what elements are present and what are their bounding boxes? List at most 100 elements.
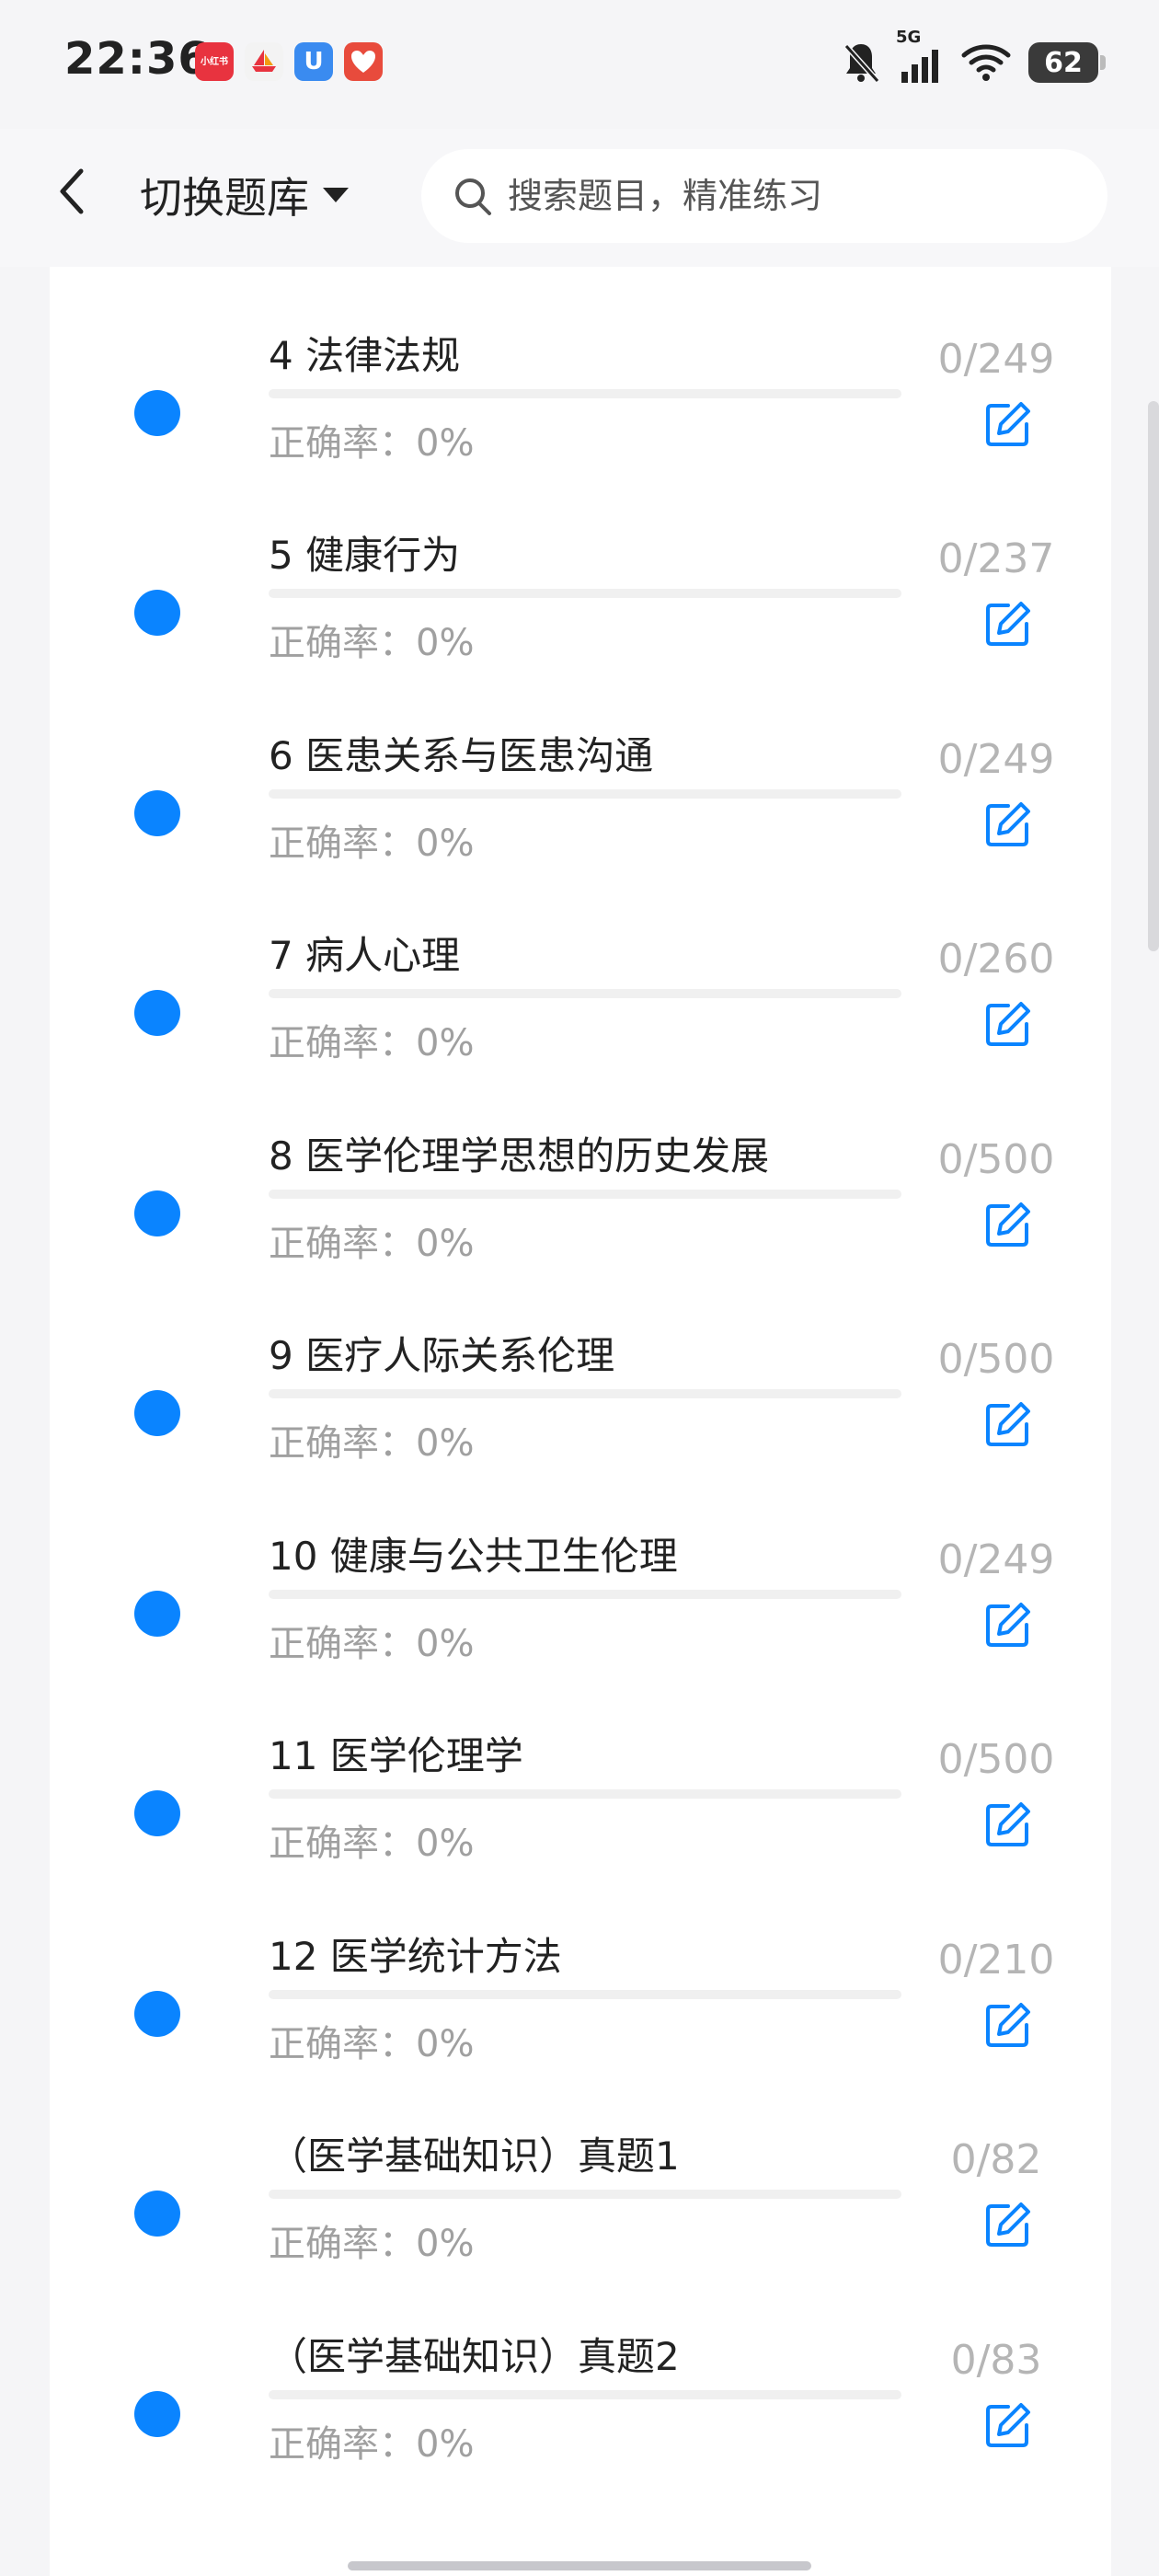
boat-app-icon	[245, 42, 283, 81]
edit-icon	[986, 401, 1030, 446]
search-icon	[455, 178, 491, 215]
chapter-dot-icon	[134, 1590, 180, 1637]
edit-practice-button[interactable]	[981, 1597, 1036, 1652]
battery-indicator: 62	[1028, 42, 1106, 83]
switch-question-bank-label: 切换题库	[140, 173, 309, 223]
edit-practice-button[interactable]	[981, 1397, 1036, 1452]
app-screen: 22:36 小红书 U 5G 62 4 法律法规 正确率：0% 0/249 5 …	[0, 0, 1159, 2576]
chapter-count: 0/82	[950, 2136, 1042, 2183]
chapter-dot-icon	[134, 590, 180, 636]
chapter-dot-icon	[134, 1390, 180, 1436]
chapter-progress-bar	[269, 589, 901, 598]
chapter-row[interactable]: 4 法律法规 正确率：0% 0/249	[50, 297, 1111, 497]
edit-practice-button[interactable]	[981, 2197, 1036, 2252]
switch-question-bank-button[interactable]: 切换题库	[140, 167, 351, 223]
edit-practice-button[interactable]	[981, 596, 1036, 651]
chapter-row[interactable]: 9 医疗人际关系伦理 正确率：0% 0/500	[50, 1297, 1111, 1497]
chapter-count-wrap: 0/249	[863, 736, 1065, 783]
chapter-row[interactable]: （医学基础知识）真题1 正确率：0% 0/82	[50, 2098, 1111, 2297]
chevron-left-icon	[60, 168, 84, 214]
chapter-dot-icon	[134, 789, 180, 836]
chapter-dot-icon	[134, 1990, 180, 2037]
chapter-accuracy: 正确率：0%	[269, 1823, 475, 1865]
chapter-accuracy: 正确率：0%	[269, 622, 475, 664]
u-app-icon: U	[294, 42, 333, 81]
chapter-count-wrap: 0/210	[863, 1937, 1065, 1984]
chapter-dot-icon	[134, 1790, 180, 1836]
chapter-count-wrap: 0/237	[863, 535, 1065, 582]
chapter-count-wrap: 0/82	[863, 2136, 1065, 2183]
chapter-dot-icon	[134, 2390, 180, 2437]
chapter-title: 4 法律法规	[269, 332, 461, 378]
cellular-signal-icon: 5G	[896, 28, 944, 85]
back-button[interactable]	[44, 164, 99, 219]
chapter-progress-bar	[269, 2389, 901, 2399]
chapter-accuracy: 正确率：0%	[269, 2022, 475, 2065]
chapter-progress-bar	[269, 1989, 901, 1999]
chapter-row[interactable]: 7 病人心理 正确率：0% 0/260	[50, 897, 1111, 1097]
chapter-row[interactable]: 11 医学伦理学 正确率：0% 0/500	[50, 1697, 1111, 1897]
chapter-accuracy: 正确率：0%	[269, 1422, 475, 1465]
chapter-count-wrap: 0/500	[863, 1136, 1065, 1183]
edit-practice-button[interactable]	[981, 2398, 1036, 2453]
wifi-icon	[961, 44, 1011, 81]
chapter-title: 7 病人心理	[269, 933, 461, 978]
chapter-progress-bar	[269, 1789, 901, 1799]
chapter-accuracy: 正确率：0%	[269, 1222, 475, 1265]
edit-icon	[986, 1602, 1030, 1647]
battery-cap	[1100, 55, 1106, 70]
home-indicator[interactable]	[348, 2561, 811, 2570]
chapter-title: 5 健康行为	[269, 533, 461, 578]
battery-level: 62	[1044, 46, 1083, 79]
chapter-accuracy: 正确率：0%	[269, 2422, 475, 2466]
edit-practice-button[interactable]	[981, 996, 1036, 1052]
chapter-count: 0/500	[937, 1736, 1055, 1783]
edit-practice-button[interactable]	[981, 397, 1036, 452]
chapter-row[interactable]: （医学基础知识）真题2 正确率：0% 0/83	[50, 2298, 1111, 2498]
chapter-count: 0/249	[937, 1535, 1055, 1583]
chapter-progress-bar	[269, 989, 901, 998]
chapter-count: 0/210	[937, 1936, 1055, 1984]
top-header: 切换题库	[0, 129, 1159, 267]
chapter-count: 0/249	[937, 335, 1055, 383]
chapter-accuracy: 正确率：0%	[269, 1022, 475, 1064]
chapter-count: 0/500	[937, 1336, 1055, 1383]
chapter-row[interactable]: 5 健康行为 正确率：0% 0/237	[50, 497, 1111, 696]
chapter-title: 6 医患关系与医患沟通	[269, 732, 654, 778]
search-input[interactable]	[508, 176, 1060, 216]
edit-practice-button[interactable]	[981, 1797, 1036, 1852]
chapter-progress-bar	[269, 788, 901, 799]
chapter-accuracy: 正确率：0%	[269, 1622, 475, 1665]
edit-icon	[986, 1402, 1030, 1446]
edit-icon	[986, 1202, 1030, 1247]
chapter-title: （医学基础知识）真题2	[269, 2333, 680, 2379]
edit-icon	[986, 602, 1030, 646]
chapter-title: 9 医疗人际关系伦理	[269, 1333, 615, 1378]
chapter-dot-icon	[134, 2191, 180, 2237]
u-app-label: U	[304, 48, 324, 75]
chapter-progress-bar	[269, 388, 901, 398]
chapter-title: 8 医学伦理学思想的历史发展	[269, 1133, 770, 1179]
chapter-progress-bar	[269, 2190, 901, 2199]
chapter-title: 11 医学伦理学	[269, 1733, 523, 1778]
chapter-count-wrap: 0/83	[863, 2337, 1065, 2384]
scrollbar[interactable]	[1148, 401, 1159, 951]
chapter-row[interactable]: 6 医患关系与医患沟通 正确率：0% 0/249	[50, 697, 1111, 897]
chapter-title: 10 健康与公共卫生伦理	[269, 1533, 678, 1579]
chapter-progress-bar	[269, 1189, 901, 1199]
edit-practice-button[interactable]	[981, 797, 1036, 852]
edit-practice-button[interactable]	[981, 1197, 1036, 1252]
edit-practice-button[interactable]	[981, 1997, 1036, 2053]
chapter-row[interactable]: 12 医学统计方法 正确率：0% 0/210	[50, 1898, 1111, 2098]
xiaohongshu-icon: 小红书	[195, 42, 234, 81]
chapter-row[interactable]: 10 健康与公共卫生伦理 正确率：0% 0/249	[50, 1498, 1111, 1697]
edit-icon	[986, 2002, 1030, 2047]
chapter-count-wrap: 0/260	[863, 936, 1065, 983]
chapter-count: 0/249	[937, 735, 1055, 783]
edit-icon	[986, 801, 1030, 846]
chapter-row[interactable]: 8 医学伦理学思想的历史发展 正确率：0% 0/500	[50, 1098, 1111, 1297]
chapter-count: 0/83	[950, 2336, 1042, 2384]
chapter-dot-icon	[134, 990, 180, 1036]
chapter-title: 12 医学统计方法	[269, 1933, 562, 1979]
search-bar[interactable]	[421, 149, 1107, 243]
